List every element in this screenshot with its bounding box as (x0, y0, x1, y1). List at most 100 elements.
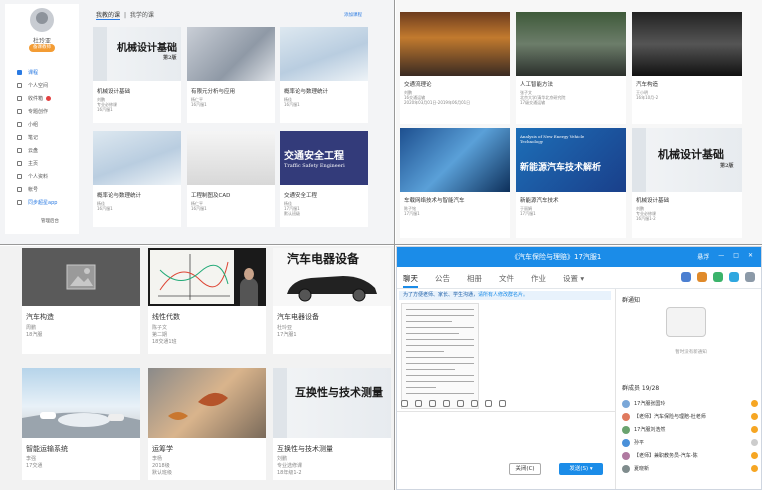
course-card[interactable]: 线性代数 陈子文 第二期 18交通1班 (148, 248, 266, 354)
add-course-button[interactable]: 添加课程 (344, 12, 362, 18)
tab-teaching[interactable]: 我教的课 (96, 12, 121, 20)
member-list: 17汽服张国玲 【老师】汽车保险与理赔-杜老师 17汽服刘浩然 孙平 【老师】兼… (622, 397, 758, 475)
window-controls: 悬浮 — □ ✕ (697, 252, 753, 261)
course-card[interactable]: 人工智能方法 张子文 北京大学/清华北京研究院 17级交通运输 (516, 12, 626, 124)
course-cover (148, 368, 266, 438)
sidebar-item-group[interactable]: 小组 (5, 118, 79, 131)
page-icon (17, 161, 22, 166)
course-title: 汽车电器设备 (277, 313, 319, 321)
sidebar-item-space[interactable]: 个人空间 (5, 79, 79, 92)
transport-illustration (22, 412, 140, 438)
sidebar-item-notes[interactable]: 笔记 (5, 131, 79, 144)
list-item[interactable]: 17汽服张国玲 (622, 397, 758, 410)
maximize-button[interactable]: □ (733, 252, 739, 261)
app-icon[interactable] (713, 272, 723, 282)
sidebar-item-topic[interactable]: 专题创作 (5, 105, 79, 118)
shared-document-image[interactable] (401, 303, 479, 409)
list-item[interactable]: 孙平 (622, 436, 758, 449)
list-item[interactable]: 夏晓新 (622, 462, 758, 475)
course-title: 线性代数 (152, 313, 180, 321)
course-title: 人工智能方法 (520, 82, 554, 88)
sidebar-item-account[interactable]: 帐号 (5, 183, 79, 196)
course-meta: 刘鹏 专业必修课 16汽服1-2 (636, 206, 656, 221)
course-card[interactable]: 交通流理论 刘鹏 16交通运输 2020年03月01日-2019年06月01日 (400, 12, 510, 124)
list-item[interactable]: 17汽服刘浩然 (622, 423, 758, 436)
course-card[interactable]: 有限元分析与应用 杨仁平 16汽服1 (187, 27, 275, 123)
folder-icon[interactable] (443, 399, 450, 407)
list-item[interactable]: 【老师】兼职教务员-汽车-陈 (622, 449, 758, 462)
admin-link[interactable]: 管理后台 (41, 218, 59, 224)
app-icons (681, 272, 755, 282)
tab-homework[interactable]: 作业 (531, 273, 546, 284)
course-meta: 王小明 16年10月-2 (636, 90, 659, 100)
list-item[interactable]: 【老师】汽车保险与理赔-杜老师 (622, 410, 758, 423)
tab-announcement[interactable]: 公告 (435, 273, 450, 284)
message-input[interactable] (397, 411, 615, 489)
course-title: 汽车构造 (636, 82, 659, 88)
send-button[interactable]: 发送(S) ▾ (559, 463, 603, 475)
tab-files[interactable]: 文件 (499, 273, 514, 284)
gif-icon[interactable] (415, 399, 422, 407)
course-meta: 杜玲亚 17汽服1 (277, 325, 297, 338)
course-card[interactable]: 运筹学 李杨 2018级 默认班级 (148, 368, 266, 480)
app-icon[interactable] (729, 272, 739, 282)
sidebar-item-inbox[interactable]: 收件箱 (5, 92, 79, 105)
close-button[interactable]: 关闭(C) (509, 463, 541, 475)
float-button[interactable]: 悬浮 (697, 252, 709, 261)
scissors-icon[interactable] (429, 399, 436, 407)
divider-vertical (394, 0, 395, 490)
course-card[interactable]: 汽车电器设备 汽车电器设备 杜玲亚 17汽服1 (273, 248, 391, 354)
member-count: 群成员 19/28 (622, 385, 660, 392)
topic-icon (17, 109, 22, 114)
course-card[interactable]: 机械设计基础 第2版 机械设计基础 刘鹏 专业必修课 16汽服1-2 (632, 128, 742, 238)
role-badge: 备课教师 (29, 44, 55, 52)
minimize-button[interactable]: — (718, 252, 724, 261)
video-icon[interactable] (681, 272, 691, 282)
course-title: 有限元分析与应用 (191, 89, 236, 95)
course-card[interactable]: 智能运输系统 李强 17交通 (22, 368, 140, 480)
image-icon[interactable] (471, 399, 478, 407)
course-card[interactable]: 汽车构造 周鹏 18汽服 (22, 248, 140, 354)
cover-subtitle: Analysis of New Energy Vehicle Technolog… (520, 134, 585, 144)
tab-album[interactable]: 相册 (467, 273, 482, 284)
tab-settings[interactable]: 设置 ▾ (563, 273, 584, 284)
emoji-icon[interactable] (401, 399, 408, 407)
car-illustration (287, 276, 377, 302)
course-card[interactable]: 概率论与数理统计 杨佳 16汽服1 (280, 27, 368, 123)
course-card[interactable]: 机械设计基础 第2版 机械设计基础 刘鹏 专业必修课 16汽服1 (93, 27, 181, 123)
mute-icon[interactable] (485, 399, 492, 407)
app-icon[interactable] (697, 272, 707, 282)
window-titlebar[interactable]: 《汽车保险与理赔》17汽服1 悬浮 — □ ✕ (397, 247, 761, 267)
screenshot-icon[interactable] (457, 399, 464, 407)
more-icon[interactable] (745, 272, 755, 282)
avatar[interactable] (30, 8, 54, 32)
cover-subtitle: 第2版 (720, 163, 734, 169)
member-role-icon (751, 452, 758, 459)
more-options-icon[interactable] (499, 399, 506, 407)
course-card[interactable]: 车载网络技术与智能汽车 陈子铭 17汽服1 (400, 128, 510, 238)
chat-tabs: 聊天 公告 相册 文件 作业 设置 ▾ (397, 267, 761, 289)
course-card[interactable]: 工程制图及CAD 杨仁平 16汽服1 (187, 131, 275, 227)
course-cover: 机械设计基础 第2版 (93, 27, 181, 81)
sidebar-item-app-sync[interactable]: 同步超星app (5, 196, 79, 209)
course-card[interactable]: 汽车构造 王小明 16年10月-2 (632, 12, 742, 124)
course-cover (400, 12, 510, 76)
sidebar-item-cloud[interactable]: 云盘 (5, 144, 79, 157)
course-card[interactable]: Analysis of New Energy Vehicle Technolog… (516, 128, 626, 238)
course-card[interactable]: 交通安全工程 Traffic Safety Engineeri 交通安全工程 杨… (280, 131, 368, 227)
course-card[interactable]: 互换性与技术测量 互换性与技术测量 刘鹏 专业选修课 18年级1-2 (273, 368, 391, 480)
close-window-button[interactable]: ✕ (748, 252, 753, 261)
course-cover: 交通安全工程 Traffic Safety Engineeri (280, 131, 368, 185)
course-cover: 机械设计基础 第2版 (632, 128, 742, 192)
course-title: 交通流理论 (404, 82, 432, 88)
sidebar-item-home[interactable]: 主页 (5, 157, 79, 170)
tab-learning[interactable]: 我学的课 (130, 12, 154, 19)
tab-chat[interactable]: 聊天 (403, 273, 418, 288)
math-plot-graphic (158, 254, 230, 300)
course-card[interactable]: 概率论与数理统计 杨佳 16汽服1 (93, 131, 181, 227)
sidebar-item-courses[interactable]: 课程 (5, 66, 79, 79)
avatar (622, 412, 630, 421)
cover-title: 互换性与技术测量 (295, 386, 383, 399)
course-meta: 杨佳 17汽服1 默认班级 (284, 201, 300, 216)
sidebar-item-profile[interactable]: 个人资料 (5, 170, 79, 183)
